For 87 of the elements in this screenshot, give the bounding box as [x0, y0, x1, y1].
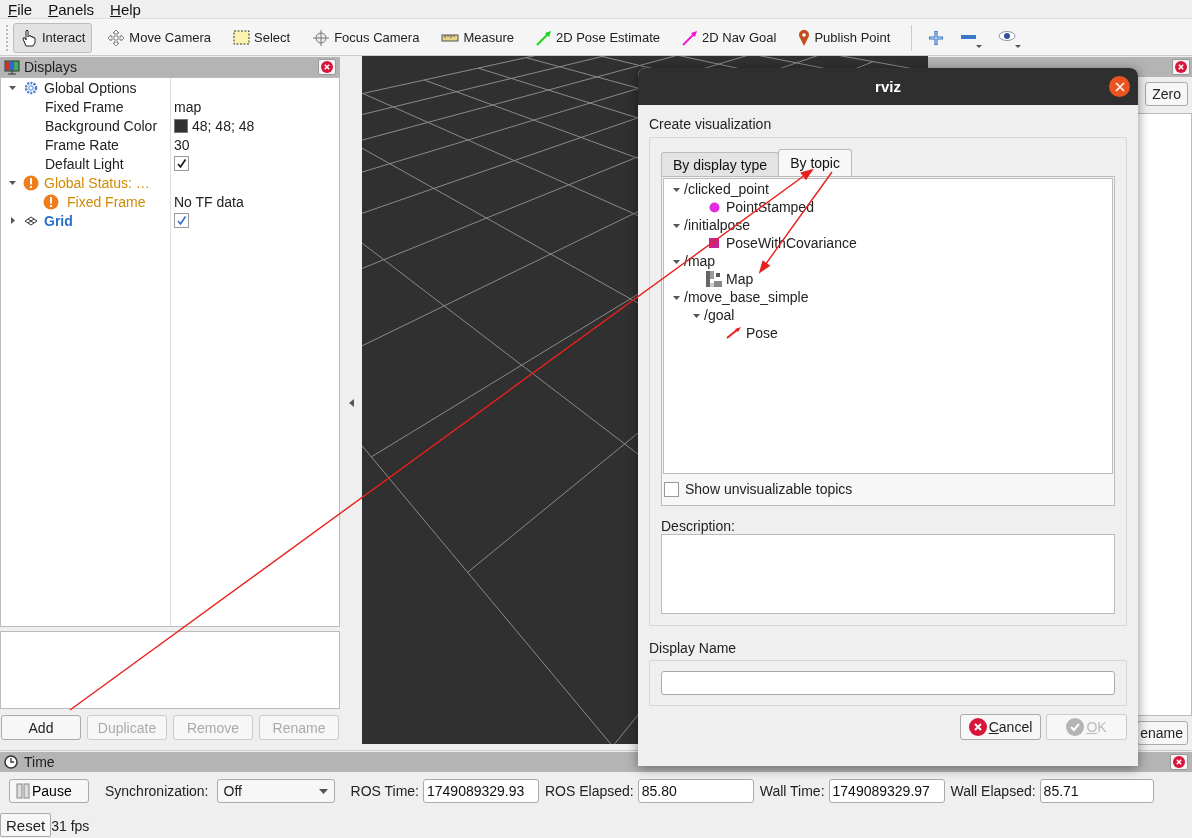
clock-icon [4, 755, 18, 769]
map-grid-icon [706, 271, 722, 287]
field-label: Description: [661, 518, 736, 534]
field-label: ROS Time: [350, 783, 419, 799]
menu-item[interactable]: Panels [40, 1, 103, 17]
dialog-title: rviz [875, 78, 901, 95]
check-icon [176, 158, 187, 169]
field-label: ROS Elapsed: [545, 783, 634, 799]
tree-label[interactable]: Background Color [43, 117, 158, 134]
field-label: Wall Time: [759, 783, 825, 799]
tree-label[interactable]: Frame Rate [43, 136, 119, 153]
monitor-icon [4, 59, 20, 75]
gear-icon [24, 80, 38, 95]
panel-title: Time [24, 754, 56, 770]
menu-item[interactable]: Help [102, 1, 149, 17]
close-button[interactable] [1109, 76, 1130, 97]
checkbox-label: Show unvisualizable topics [685, 481, 853, 498]
input-field[interactable] [661, 671, 1115, 695]
hand-icon [20, 27, 38, 48]
collapse-handle-icon [348, 399, 354, 407]
zero-button[interactable]: Zero [1145, 82, 1188, 106]
panel-button[interactable]: Add [1, 715, 81, 740]
tree-label[interactable]: Grid [42, 212, 73, 229]
dialog-button[interactable]: Cancel [960, 714, 1041, 740]
tree-label[interactable]: Default Light [43, 155, 124, 172]
sync-dropdown[interactable]: Off [216, 779, 335, 803]
tree-item[interactable]: /clicked_point [684, 181, 769, 197]
partial-button[interactable]: ename [1137, 721, 1188, 745]
property-value: 48; 48; 48 [192, 117, 255, 134]
property-value: No TF data [174, 193, 244, 210]
property-value: map [174, 98, 202, 115]
selection-icon [233, 30, 250, 45]
time-field[interactable]: 1749089329.97 [828, 779, 945, 803]
time-field[interactable]: 1749089329.93 [423, 779, 539, 803]
time-field[interactable]: 85.71 [1039, 779, 1154, 803]
warning-icon [43, 193, 59, 210]
tree-item[interactable]: Map [726, 271, 754, 287]
close-icon [1175, 61, 1187, 73]
tree-label[interactable]: Fixed Frame [43, 98, 124, 115]
dropdown-caret-icon [318, 788, 328, 794]
tool-button[interactable]: Focus Camera [305, 22, 427, 53]
cancel-icon [968, 718, 987, 736]
checkbox[interactable] [174, 213, 189, 228]
pause-button[interactable]: Pause [9, 779, 89, 803]
pause-icon [16, 783, 30, 799]
tree-item[interactable]: /move_base_simple [684, 289, 809, 305]
field-label: Wall Elapsed: [950, 783, 1036, 799]
arrow-icon [535, 29, 552, 46]
close-icon [1173, 756, 1185, 768]
tree-item[interactable]: /map [684, 253, 716, 269]
warning-icon [23, 174, 39, 191]
tree-item[interactable]: /goal [704, 307, 735, 323]
grid-icon [24, 215, 38, 226]
menu-item[interactable]: File [0, 1, 41, 17]
close-icon [321, 61, 333, 73]
tool-button[interactable]: Interact [13, 22, 93, 53]
panel-title: Displays [24, 59, 78, 75]
move-arrows-icon [107, 28, 126, 47]
check-circle-icon [1066, 718, 1085, 736]
arrow-icon [682, 29, 698, 46]
tree-item[interactable]: Pose [746, 325, 778, 341]
reset-button[interactable]: Reset [0, 813, 52, 837]
tool-button[interactable]: Select [226, 22, 298, 53]
tool-button[interactable]: Publish Point [791, 22, 898, 53]
map-pin-icon [798, 28, 811, 47]
tab[interactable]: By display type [661, 152, 780, 176]
plus-icon[interactable] [928, 29, 945, 46]
tree-label[interactable]: Global Options [42, 79, 137, 96]
arrow-icon [726, 327, 742, 339]
tool-button[interactable]: 2D Pose Estimate [528, 22, 667, 53]
fps-label: 31 fps [51, 817, 91, 836]
field-label: Display Name [649, 640, 738, 658]
section-heading: Create visualization [649, 116, 773, 134]
checkbox[interactable] [174, 156, 189, 171]
check-icon [176, 215, 187, 226]
crosshair-icon [312, 28, 331, 47]
tool-button[interactable]: 2D Nav Goal [675, 22, 784, 53]
checkbox[interactable] [664, 481, 679, 497]
time-field[interactable]: 85.80 [637, 779, 754, 803]
tab[interactable]: By topic [778, 149, 852, 176]
sphere-icon [708, 201, 720, 213]
field-label: Synchronization: [105, 783, 209, 799]
ruler-icon [441, 32, 460, 43]
tool-button[interactable]: Move Camera [100, 22, 218, 53]
close-icon [1114, 81, 1125, 92]
property-value: 30 [174, 136, 190, 153]
tool-button[interactable]: Measure [434, 22, 521, 53]
